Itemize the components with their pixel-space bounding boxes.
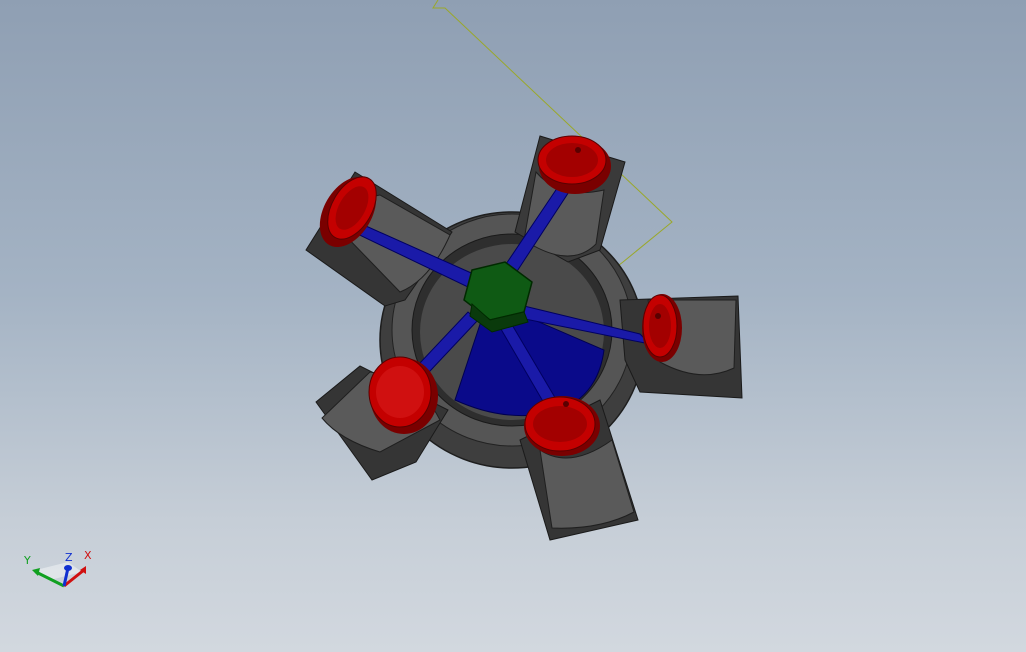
- cylinder-housing-right[interactable]: [619, 295, 743, 399]
- orientation-triad: Y Z X: [23, 549, 92, 588]
- piston-right[interactable]: [642, 294, 682, 362]
- piston-bottom-right[interactable]: [524, 396, 600, 456]
- graphics-viewport[interactable]: Y Z X: [0, 0, 1026, 652]
- triad-z-label: Z: [65, 551, 73, 564]
- triad-x-label: X: [84, 549, 92, 562]
- piston-top[interactable]: [537, 135, 611, 194]
- model-scene[interactable]: [0, 0, 1026, 652]
- triad-y-label: Y: [23, 554, 31, 567]
